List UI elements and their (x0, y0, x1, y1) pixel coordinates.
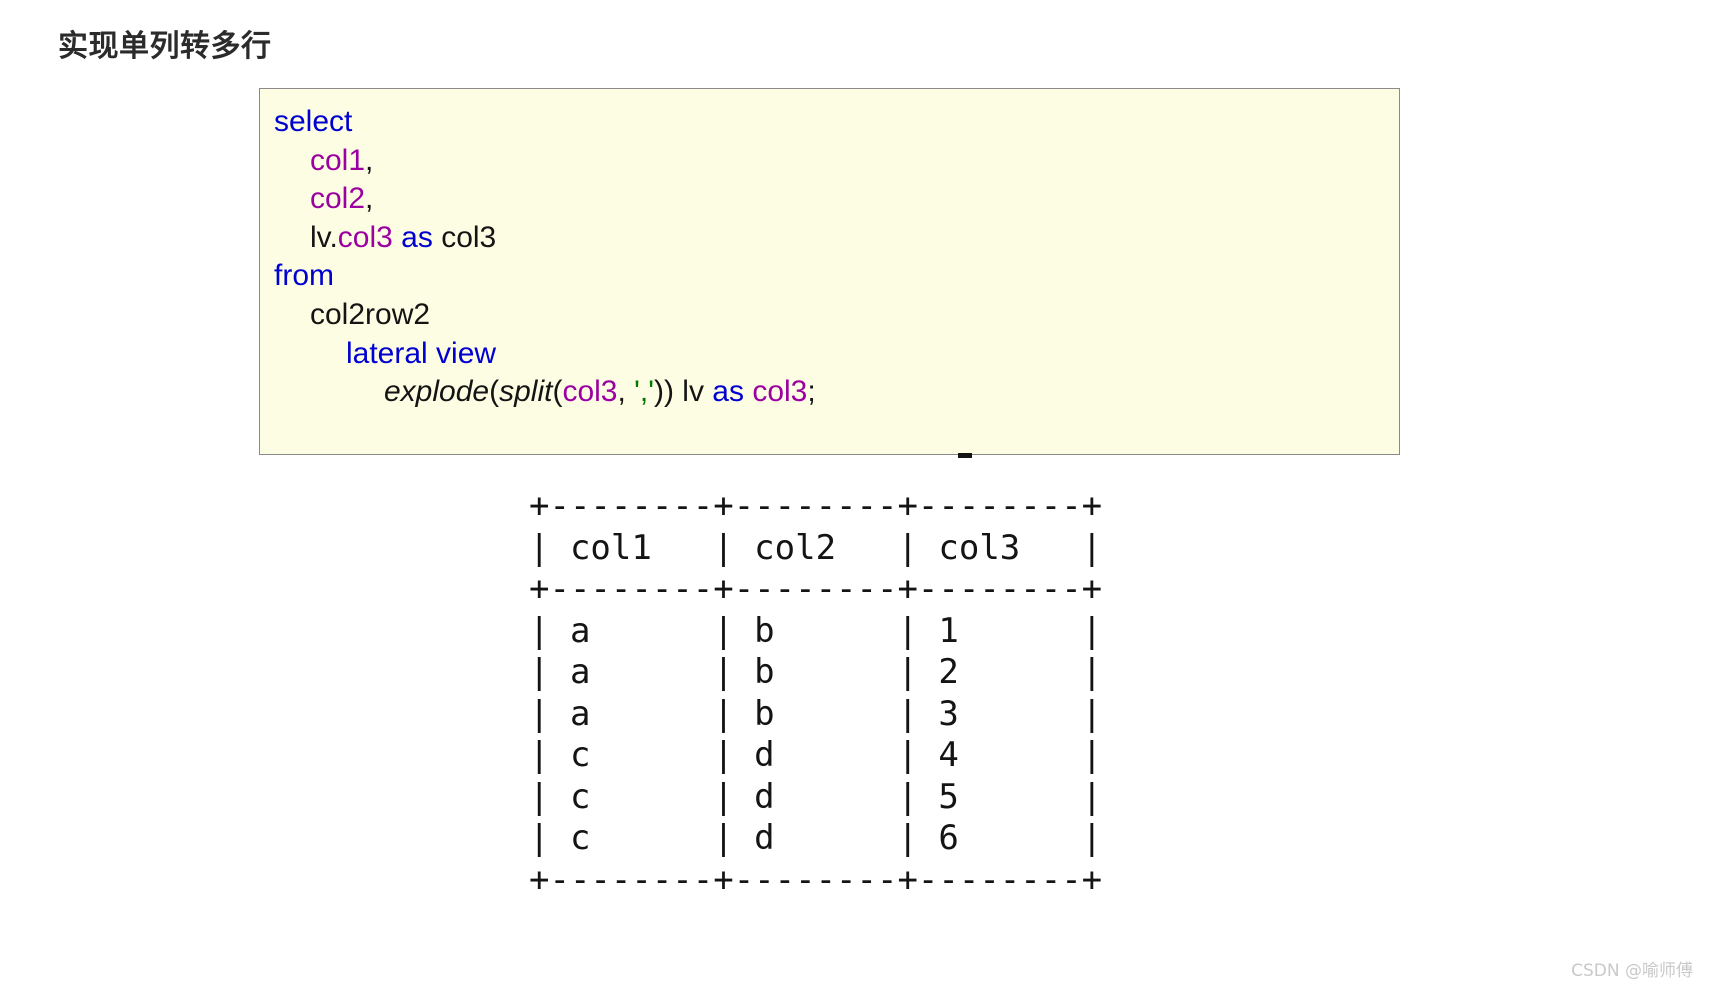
code-token: , (617, 375, 635, 409)
code-line: from (274, 257, 1399, 296)
code-token: , (365, 182, 374, 216)
code-token: ',' (634, 375, 654, 409)
code-token: )) lv (653, 375, 713, 409)
stray-dash-artifact (958, 453, 972, 458)
code-token: as (712, 375, 744, 409)
code-line: col2, (274, 180, 1399, 219)
code-token: col2 (310, 182, 366, 216)
code-token: ( (552, 375, 563, 409)
code-line: select (274, 103, 1399, 142)
code-token: , (365, 143, 374, 177)
code-token: col3 (337, 220, 393, 254)
code-token: lateral view (346, 336, 497, 370)
csdn-watermark: CSDN @喻师傅 (1571, 961, 1693, 981)
code-token: from (274, 259, 334, 293)
code-token: col2row2 (310, 297, 431, 331)
code-token: explode (384, 375, 490, 409)
code-token: split (499, 375, 553, 409)
sql-code-block: select col1, col2, lv.col3 as col3 from col2r… (259, 88, 1400, 455)
code-lines: select col1, col2, lv.col3 as col3 from col2r… (274, 103, 1399, 412)
result-table-ascii: +--------+--------+--------+ | col1 | co… (529, 486, 1103, 900)
code-token: col1 (310, 143, 366, 177)
code-line: col1, (274, 142, 1399, 181)
page-title: 实现单列转多行 (58, 29, 272, 64)
code-token: col3 (562, 375, 618, 409)
code-token: ; (807, 375, 816, 409)
code-line: col2row2 (274, 296, 1399, 335)
code-line: lateral view (274, 335, 1399, 374)
code-token: col3 (752, 375, 808, 409)
code-token: as (401, 220, 433, 254)
code-token: select (274, 105, 353, 138)
code-token: ( (489, 375, 500, 409)
code-token: col3 (432, 220, 497, 254)
code-token: lv. (310, 220, 338, 254)
code-line: lv.col3 as col3 (274, 219, 1399, 258)
code-line: explode(split(col3, ',')) lv as col3; (274, 373, 1399, 412)
